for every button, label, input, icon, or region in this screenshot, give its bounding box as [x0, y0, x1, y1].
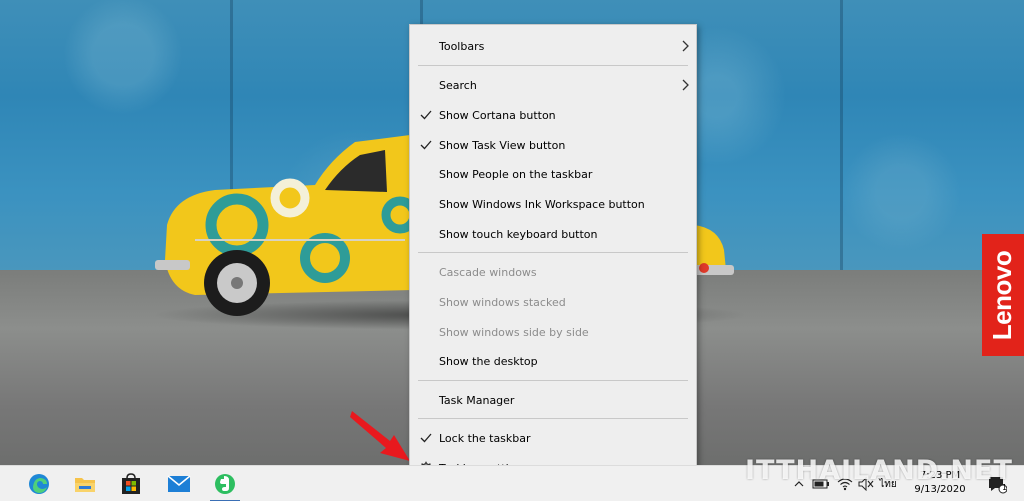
menu-item-show-task-view-button[interactable]: Show Task View button: [410, 130, 696, 160]
menu-item-show-touch-keyboard[interactable]: Show touch keyboard button: [410, 219, 696, 249]
red-pointer-arrow: [350, 411, 410, 461]
chevron-right-icon: [682, 79, 689, 91]
yellow-car-rear: [694, 225, 734, 275]
file-explorer-icon: [75, 478, 95, 492]
mail-icon: [167, 475, 191, 492]
menu-separator: [418, 380, 688, 381]
menu-item-show-windows-side-by-side: Show windows side by side: [439, 325, 589, 339]
menu-item-cascade-windows: Cascade windows: [439, 265, 537, 279]
evernote-icon: [215, 474, 235, 494]
yellow-car-front: [155, 135, 415, 316]
menu-item-show-windows-stacked: Show windows stacked: [439, 295, 566, 309]
menu-separator: [418, 252, 688, 253]
chevron-right-icon: [682, 40, 689, 52]
menu-item-task-manager[interactable]: Task Manager: [410, 385, 696, 415]
lenovo-logo: Lenovo: [982, 234, 1024, 356]
menu-item-show-windows-ink[interactable]: Show Windows Ink Workspace button: [410, 189, 696, 219]
taskbar-app-microsoft-store[interactable]: [108, 466, 154, 501]
edge-icon: [29, 474, 49, 494]
menu-item-search[interactable]: Search: [410, 70, 696, 100]
microsoft-store-icon: [122, 473, 140, 494]
taskbar-app-evernote[interactable]: [202, 466, 248, 501]
checkmark-icon: [420, 110, 432, 120]
taskbar-app-edge[interactable]: [16, 466, 62, 501]
menu-separator: [418, 65, 688, 66]
watermark-text: ITTHAILAND.NET: [745, 455, 1013, 486]
menu-separator: [418, 418, 688, 419]
checkmark-icon: [420, 140, 432, 150]
taskbar-app-file-explorer[interactable]: [62, 466, 108, 501]
menu-item-show-people[interactable]: Show People on the taskbar: [410, 159, 696, 189]
taskbar-app-mail[interactable]: [156, 466, 202, 501]
menu-item-lock-the-taskbar[interactable]: Lock the taskbar: [410, 423, 696, 453]
checkmark-icon: [420, 433, 432, 443]
menu-item-show-the-desktop[interactable]: Show the desktop: [410, 346, 696, 376]
menu-item-show-cortana-button[interactable]: Show Cortana button: [410, 100, 696, 130]
taskbar-context-menu: Toolbars Search Show Cortana button Show…: [409, 24, 697, 490]
menu-item-toolbars[interactable]: Toolbars: [410, 31, 696, 61]
